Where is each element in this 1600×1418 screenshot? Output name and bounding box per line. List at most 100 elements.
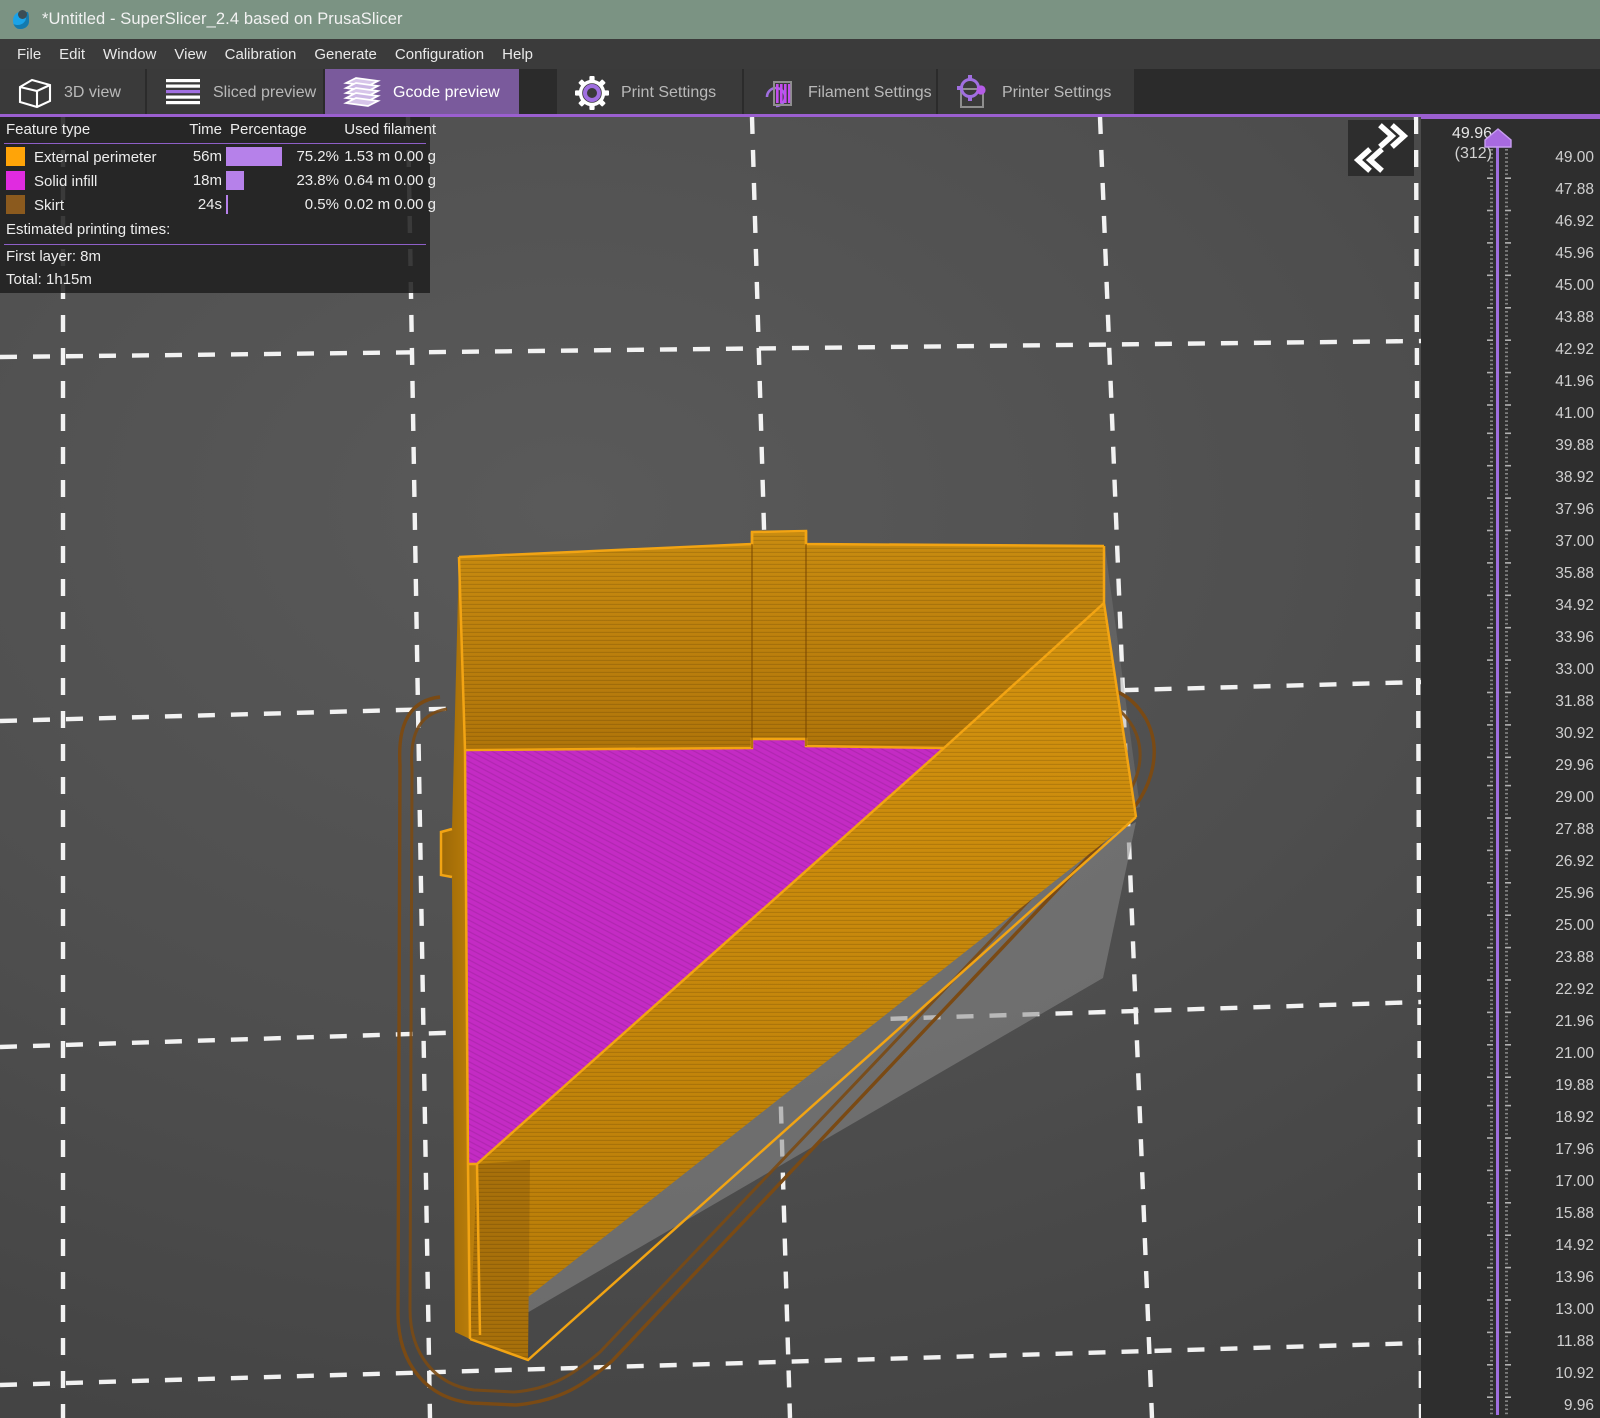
- tab-gcode-preview-label: Gcode preview: [393, 84, 500, 101]
- tab-3d-view-label: 3D view: [64, 84, 121, 101]
- layers-flat-icon: [164, 76, 202, 110]
- legend-percentage-cell: 75.2%: [226, 146, 344, 166]
- tab-filament-settings-label: Filament Settings: [808, 84, 932, 101]
- legend-header-percentage: Percentage: [230, 121, 307, 138]
- slider-tick-label: 37.96: [1555, 501, 1594, 518]
- slider-tick-label: 26.92: [1555, 853, 1594, 870]
- slider-tick-label: 25.00: [1555, 917, 1594, 934]
- slider-tick-label: 41.96: [1555, 373, 1594, 390]
- tab-printer-settings-label: Printer Settings: [1002, 84, 1112, 101]
- menu-item-calibration[interactable]: Calibration: [216, 43, 306, 66]
- legend-row-external-perimeter[interactable]: External perimeter 56m 75.2% 1.53 m 0.00…: [0, 144, 436, 168]
- filament-spool-icon: [761, 75, 797, 111]
- chevron-double-left-icon: [1353, 147, 1384, 173]
- slider-tick-label: 43.88: [1555, 309, 1594, 326]
- gear-icon: [574, 75, 610, 111]
- gcode-legend-panel: Feature type Time Percentage Used filame…: [0, 117, 436, 293]
- menu-item-edit[interactable]: Edit: [50, 43, 94, 66]
- slider-tick-label: 29.96: [1555, 757, 1594, 774]
- chevron-double-right-icon: [1378, 123, 1409, 149]
- title-bar: *Untitled - SuperSlicer_2.4 based on Pru…: [0, 0, 1600, 39]
- window-title: *Untitled - SuperSlicer_2.4 based on Pru…: [42, 10, 403, 28]
- slider-tick-label: 45.96: [1555, 245, 1594, 262]
- slider-tick-label: 27.88: [1555, 821, 1594, 838]
- legend-feature-name: External perimeter: [34, 148, 157, 166]
- printer-gear-icon: [955, 75, 991, 111]
- slider-thumb-upper[interactable]: [1484, 128, 1512, 148]
- tab-filament-settings[interactable]: Filament Settings: [744, 69, 937, 117]
- gcode-preview-viewport[interactable]: [0, 117, 1421, 1418]
- legend-percentage-cell: 23.8%: [226, 170, 344, 190]
- legend-header-row: Feature type Time Percentage Used filame…: [0, 117, 436, 143]
- cube-icon: [17, 76, 53, 110]
- slider-tick-label: 23.88: [1555, 949, 1594, 966]
- layer-slider-panel[interactable]: 49.96 (312) 49.00 47.88 46.92 45.96 45.00 43.…: [1421, 117, 1600, 1418]
- legend-percentage-value: 0.5%: [304, 195, 339, 213]
- color-swatch-skirt: [6, 194, 25, 214]
- slider-tick-label: 9.96: [1563, 1397, 1594, 1414]
- collapse-sidebar-button[interactable]: [1348, 120, 1414, 176]
- tab-sliced-preview[interactable]: Sliced preview: [147, 69, 324, 117]
- slider-tick-label: 13.00: [1555, 1301, 1594, 1318]
- menu-bar: File Edit Window View Calibration Genera…: [0, 39, 1600, 69]
- slider-tick-label: 39.88: [1555, 437, 1594, 454]
- legend-row-solid-infill[interactable]: Solid infill 18m 23.8% 0.64 m 0.00 g: [0, 168, 436, 192]
- slider-tick-label: 49.00: [1555, 149, 1594, 166]
- legend-header-used-filament: Used filament: [344, 121, 436, 138]
- tab-print-settings[interactable]: Print Settings: [557, 69, 743, 117]
- slider-tick-label: 13.96: [1555, 1269, 1594, 1286]
- slider-tick-label: 34.92: [1555, 597, 1594, 614]
- tab-toolbar: 3D view Sliced preview Gcode preview Pri…: [0, 69, 1600, 117]
- color-swatch-external-perimeter: [6, 146, 25, 166]
- slider-tick-label: 22.92: [1555, 981, 1594, 998]
- slider-tick-label: 47.88: [1555, 181, 1594, 198]
- percentage-bar: [226, 170, 244, 190]
- slider-tick-label: 21.96: [1555, 1013, 1594, 1030]
- slider-tick-label: 10.92: [1555, 1365, 1594, 1382]
- percentage-bar: [226, 146, 282, 166]
- slider-tick-label: 31.88: [1555, 693, 1594, 710]
- slider-tick-label: 25.96: [1555, 885, 1594, 902]
- slider-tick-label: 21.00: [1555, 1045, 1594, 1062]
- legend-row-skirt[interactable]: Skirt 24s 0.5% 0.02 m 0.00 g: [0, 192, 436, 216]
- slider-tick-label: 45.00: [1555, 277, 1594, 294]
- tab-3d-view[interactable]: 3D view: [0, 69, 146, 117]
- current-layer-height: 49.96: [1451, 125, 1492, 142]
- legend-feature-cell: Skirt: [6, 194, 184, 214]
- slider-tick-label: 35.88: [1555, 565, 1594, 582]
- legend-header-feature-type: Feature type: [6, 121, 91, 138]
- menu-item-view[interactable]: View: [165, 43, 215, 66]
- slider-track[interactable]: [1496, 145, 1499, 1415]
- slider-tick-label: 37.00: [1555, 533, 1594, 550]
- legend-used-filament-value: 0.02 m 0.00 g: [344, 195, 436, 213]
- slider-tick-label: 29.00: [1555, 789, 1594, 806]
- menu-item-configuration[interactable]: Configuration: [386, 43, 493, 66]
- total-time: Total: 1h15m: [6, 271, 92, 288]
- menu-item-generate[interactable]: Generate: [305, 43, 386, 66]
- layers-stack-icon: [342, 75, 382, 111]
- legend-percentage-cell: 0.5%: [226, 194, 344, 214]
- slider-tick-label: 17.00: [1555, 1173, 1594, 1190]
- current-layer-index: (312): [1454, 144, 1492, 162]
- slider-tick-label: 15.88: [1555, 1205, 1594, 1222]
- slider-tick-label: 33.96: [1555, 629, 1594, 646]
- slider-tick-label: 30.92: [1555, 725, 1594, 742]
- menu-item-file[interactable]: File: [8, 43, 50, 66]
- estimated-times-label: Estimated printing times:: [6, 221, 171, 238]
- tab-printer-settings[interactable]: Printer Settings: [938, 69, 1135, 117]
- legend-header-time: Time: [189, 121, 222, 138]
- legend-used-filament-value: 1.53 m 0.00 g: [344, 147, 436, 165]
- color-swatch-solid-infill: [6, 170, 25, 190]
- legend-feature-cell: Solid infill: [6, 170, 184, 190]
- tab-sliced-preview-label: Sliced preview: [213, 84, 317, 101]
- slider-tick-label: 17.96: [1555, 1141, 1594, 1158]
- tab-gcode-preview[interactable]: Gcode preview: [325, 69, 520, 117]
- slider-tick-label: 14.92: [1555, 1237, 1594, 1254]
- menu-item-help[interactable]: Help: [493, 43, 542, 66]
- legend-feature-cell: External perimeter: [6, 146, 184, 166]
- legend-feature-name: Skirt: [34, 196, 64, 214]
- menu-item-window[interactable]: Window: [94, 43, 165, 66]
- layer-slider-current: 49.96 (312): [1426, 124, 1492, 163]
- legend-feature-name: Solid infill: [34, 172, 98, 190]
- slider-tick-label: 46.92: [1555, 213, 1594, 230]
